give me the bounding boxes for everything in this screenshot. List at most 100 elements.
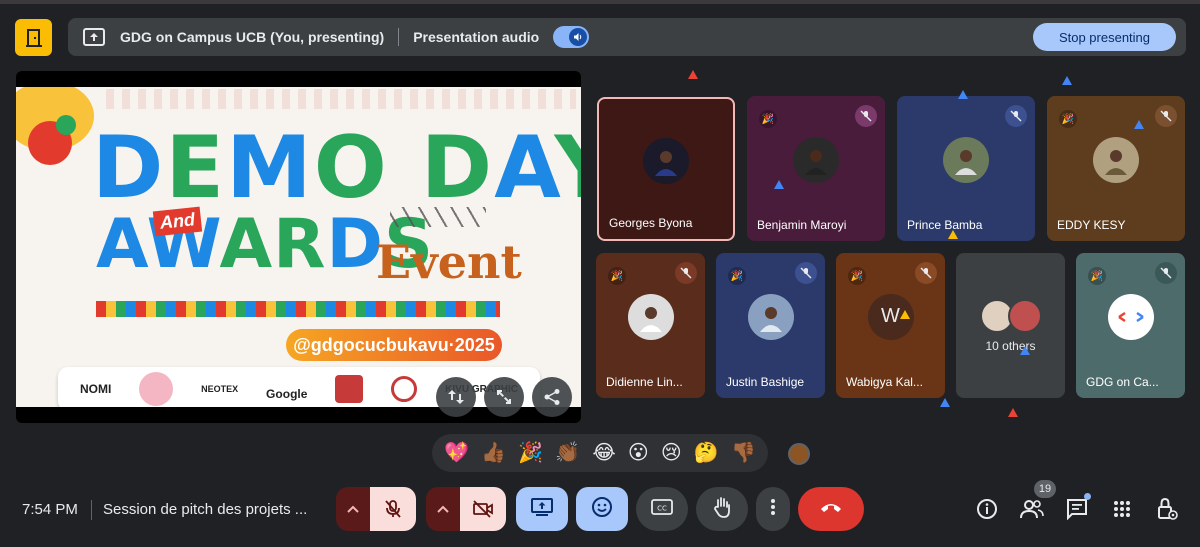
participant-name: EDDY KESY [1057,218,1126,232]
sponsor-nomi: NOMI [79,382,112,396]
reaction-heart[interactable]: 💖 [444,443,469,463]
mic-off-icon [1005,105,1027,127]
reaction-clap[interactable]: 👏🏾 [555,443,580,463]
sponsor-google: Google [266,386,308,401]
reaction-thumbs-down[interactable]: 👎🏾 [731,443,756,463]
party-icon: 🎉 [1088,267,1106,285]
sponsor-icon [391,376,418,402]
skin-tone-selector[interactable] [788,443,810,465]
confetti [1020,346,1030,355]
reaction-thumbs-up[interactable]: 👍🏾 [481,443,506,463]
participant-tile[interactable]: 🎉 GDG on Ca... [1076,253,1185,398]
mic-off-icon[interactable] [370,487,416,531]
door-icon[interactable] [15,19,52,56]
present-screen-icon [82,25,106,49]
presentation-audio-toggle[interactable] [553,26,590,48]
participant-name: Justin Bashige [726,375,805,389]
avatar [1093,136,1139,183]
chevron-up-icon[interactable] [336,487,370,531]
avatar [627,293,674,340]
title-char: D [92,118,166,218]
more-options-button[interactable] [756,487,790,531]
info-icon[interactable] [975,497,999,521]
slide-stripe [96,301,500,317]
participant-tile[interactable]: 🎉 W Wabigya Kal... [836,253,945,398]
end-call-icon [819,500,843,518]
sponsor-neotex: NEOTEX [201,384,239,394]
party-icon: 🎉 [728,267,746,285]
people-icon[interactable] [1020,497,1044,521]
shared-screen: DEMO DAY AWARDS And Event @gdgocucbukavu… [16,71,581,423]
mic-off-icon [1155,262,1177,284]
participant-tile[interactable]: 🎉 Justin Bashige [716,253,825,398]
smiley-icon [591,496,613,523]
participant-tile[interactable]: Georges Byona [597,97,735,241]
reactions-bar: 💖 👍🏾 🎉 👏🏾 😂 😮 😢 🤔 👎🏾 [432,434,768,472]
confetti [1008,408,1018,417]
title-char: R [273,205,327,284]
confetti [958,90,968,99]
participant-name: Wabigya Kal... [846,375,923,389]
mic-off-icon [675,262,697,284]
participant-name: Prince Bamba [907,218,983,232]
stop-presenting-button[interactable]: Stop presenting [1033,23,1176,51]
hand-icon [712,496,732,523]
avatar [943,136,989,183]
participant-tile[interactable]: Prince Bamba [897,96,1035,241]
avatar [643,137,689,184]
mic-off-icon [855,105,877,127]
title-char: O [313,118,389,218]
swap-icon[interactable] [436,377,476,417]
chevron-up-icon[interactable] [426,487,460,531]
participant-name: Georges Byona [609,216,693,230]
party-icon: 🎉 [608,267,626,285]
mic-off-icon [915,262,937,284]
chat-notification-dot [1084,493,1091,500]
share-icon[interactable] [532,377,572,417]
title-char: A [96,205,147,284]
title-char: Y [555,118,581,218]
bar-divider [398,28,400,46]
reaction-surprised[interactable]: 😮 [628,443,649,463]
speaker-icon [569,28,588,46]
confetti [940,398,950,407]
party-icon: 🎉 [1059,110,1077,128]
deco-circle [56,115,76,135]
reaction-laugh[interactable]: 😂 [592,443,615,463]
raise-hand-button[interactable] [696,487,748,531]
sponsor-icon [335,375,364,403]
host-controls-lock-icon[interactable] [1155,497,1179,521]
participant-tile[interactable]: 🎉 Didienne Lin... [596,253,705,398]
camera-control-group [426,487,506,531]
reaction-party[interactable]: 🎉 [518,443,543,463]
top-edge [0,0,1200,4]
title-char [389,118,421,218]
title-char: D [420,118,495,218]
others-tile[interactable]: 10 others [956,253,1065,398]
meeting-title: Session de pitch des projets ... [103,501,308,518]
title-char: E [165,118,227,218]
presenting-bar: GDG on Campus UCB (You, presenting) Pres… [68,18,1186,56]
confetti [1062,76,1072,85]
chat-icon[interactable] [1065,493,1091,521]
avatar [747,293,794,340]
party-icon: 🎉 [848,267,866,285]
others-label: 10 others [985,339,1036,353]
title-char: A [219,205,274,284]
leave-call-button[interactable] [798,487,864,531]
title-char: A [494,118,555,218]
present-button[interactable] [516,487,568,531]
presentation-audio-label: Presentation audio [413,29,540,45]
slide-content: DEMO DAY AWARDS And Event @gdgocucbukavu… [16,87,581,407]
activities-grid-icon[interactable] [1110,497,1134,521]
camera-off-icon[interactable] [460,487,506,531]
participant-tile[interactable]: 🎉 Benjamin Maroyi [747,96,885,241]
participant-tile[interactable]: 🎉 EDDY KESY [1047,96,1185,241]
reaction-sad[interactable]: 😢 [661,443,682,463]
captions-button[interactable]: CC [636,487,688,531]
slide-and-badge: And [152,206,203,237]
reaction-thinking[interactable]: 🤔 [694,443,719,463]
sponsor-icon [139,372,174,406]
emoji-button[interactable] [576,487,628,531]
fullscreen-icon[interactable] [484,377,524,417]
